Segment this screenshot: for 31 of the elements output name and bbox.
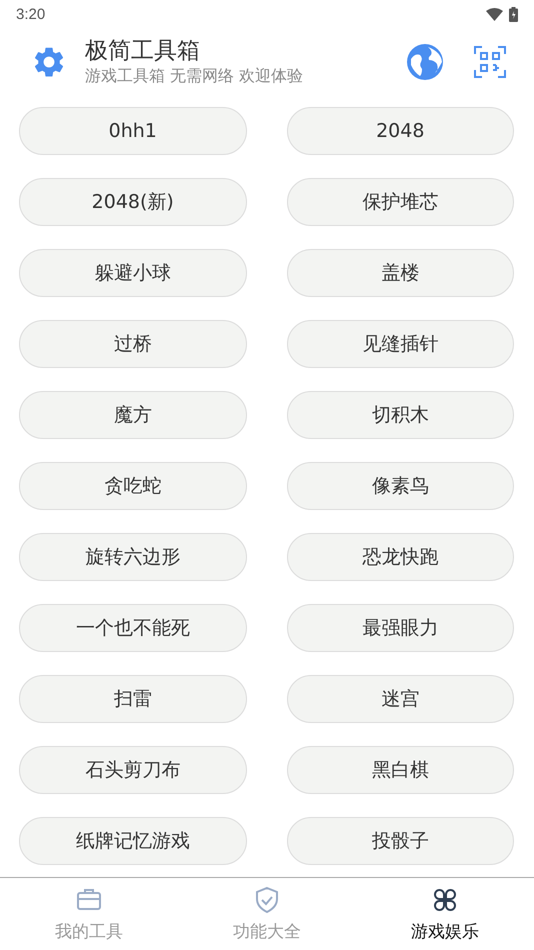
game-button[interactable]: 恐龙快跑 [286,533,514,581]
nav-tab[interactable]: 游戏娱乐 [356,878,534,950]
battery-icon [509,6,518,22]
game-button[interactable]: 投骰子 [286,817,514,865]
app-subtitle: 游戏工具箱 无需网络 欢迎体验 [85,65,304,87]
game-button[interactable]: 2048(新) [19,178,246,226]
status-time: 3:20 [16,6,46,22]
game-button[interactable]: 0hh1 [19,107,246,155]
qr-code-icon[interactable] [474,46,506,78]
game-button[interactable]: 贪吃蛇 [19,462,246,510]
app-title: 极简工具箱 [85,37,201,65]
game-button[interactable]: 石头剪刀布 [19,746,246,794]
game-button[interactable]: 过桥 [19,320,246,368]
game-button[interactable]: 保护堆芯 [286,178,514,226]
game-button[interactable]: 一个也不能死 [19,604,246,652]
game-button[interactable]: 黑白棋 [286,746,514,794]
game-button[interactable]: 迷宫 [286,675,514,723]
game-button[interactable]: 切积木 [286,391,514,439]
globe-icon[interactable] [406,43,444,81]
game-button[interactable]: 最强眼力 [286,604,514,652]
shield-icon [253,886,281,914]
game-button[interactable]: 躲避小球 [19,249,246,297]
game-button[interactable]: 见缝插针 [286,320,514,368]
game-button[interactable]: 盖楼 [286,249,514,297]
game-button[interactable]: 旋转六边形 [19,533,246,581]
game-button[interactable]: 纸牌记忆游戏 [19,817,246,865]
game-button[interactable]: 像素鸟 [286,462,514,510]
game-button[interactable]: 扫雷 [19,675,246,723]
game-button[interactable]: 2048 [286,107,514,155]
game-button[interactable]: 魔方 [19,391,246,439]
wifi-icon [486,8,503,20]
